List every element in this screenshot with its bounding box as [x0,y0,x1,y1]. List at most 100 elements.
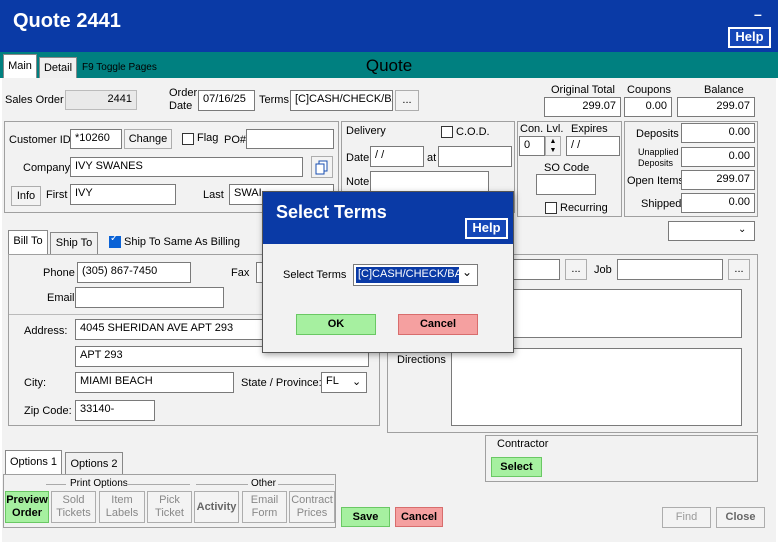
salesperson-lookup-button[interactable]: ... [565,259,587,280]
expires-field[interactable]: / / [566,136,620,156]
save-button[interactable]: Save [341,507,390,527]
recurring-checkbox[interactable] [545,202,557,214]
fax-label: Fax [231,267,250,279]
address-line1-field[interactable]: 4045 SHERIDAN AVE APT 293 [75,319,265,340]
pick-line2: Ticket [155,507,184,519]
company-field[interactable]: IVY SWANES [70,157,303,177]
con-lvl-spinner[interactable]: ▲ ▼ [545,136,561,156]
flag-checkbox[interactable] [182,133,194,145]
item-line1: Item [111,494,133,506]
tab-options-2[interactable]: Options 2 [65,452,123,474]
so-code-label: SO Code [544,162,590,174]
same-as-billing-label: Ship To Same As Billing [124,236,240,248]
state-chevron-down-icon: ⌄ [352,376,362,388]
job-notes-field[interactable] [509,289,742,338]
note-field[interactable] [370,171,489,192]
sales-order-field: 2441 [65,90,137,110]
deposits-label: Deposits [636,128,679,140]
zip-label: Zip Code: [24,405,72,417]
print-divider-right [126,484,190,485]
order-date-label-1: Order [169,87,198,99]
sold-line1: Sold [62,494,85,506]
activity-button[interactable]: Activity [194,491,239,523]
job-label: Job [594,264,612,276]
contract-line2: Prices [296,507,328,519]
other-divider-right [278,484,334,485]
terms-field[interactable]: [C]CASH/CHECK/BA [290,90,393,111]
po-label: PO# [224,134,247,146]
customer-id-field[interactable]: *10260 [70,129,122,149]
shipped-label: Shipped [641,198,682,210]
job-field[interactable] [617,259,723,280]
con-lvl-field[interactable]: 0 [519,136,545,156]
salesperson-field[interactable] [507,259,560,280]
note-label: Note [346,176,370,188]
company-label: Company [23,162,71,174]
original-total-field: 299.07 [544,97,621,117]
email-field[interactable] [75,287,224,308]
chevron-down-icon: ⌄ [738,224,747,235]
flag-label: Flag [197,132,219,144]
help-button[interactable]: Help [727,26,772,49]
coupons-label: Coupons [627,84,672,96]
email-form-button[interactable]: Email Form [242,491,287,523]
terms-lookup-button[interactable]: ... [395,90,419,111]
sold-line2: Tickets [56,507,91,519]
phone-field[interactable]: (305) 867-7450 [77,262,191,283]
preview-order-button[interactable]: Preview Order [5,491,49,523]
tab-bill-to[interactable]: Bill To [8,230,48,254]
at-label: at [427,152,437,164]
pick-ticket-button[interactable]: Pick Ticket [147,491,192,523]
order-date-label-2: Date [169,100,193,112]
other-divider-left [196,484,248,485]
delivery-date-label: Date [346,152,370,164]
shipped-field: 0.00 [681,193,755,213]
tab-detail[interactable]: Detail [39,57,77,78]
phone-label: Phone [43,267,75,279]
dialog-ok-button[interactable]: OK [296,314,376,335]
change-button[interactable]: Change [124,129,172,149]
open-items-label: Open Items [627,175,684,187]
contract-prices-button[interactable]: Contract Prices [289,491,335,523]
minimize-button[interactable]: – [754,6,762,22]
email-line1: Email [250,494,279,506]
tab-main[interactable]: Main [3,54,37,78]
close-button[interactable]: Close [716,507,765,528]
find-button[interactable]: Find [662,507,711,528]
balance-field: 299.07 [677,97,755,117]
info-button[interactable]: Info [11,186,41,206]
dialog-cancel-button[interactable]: Cancel [398,314,478,335]
cod-label: C.O.D. [456,126,490,138]
copy-icon[interactable] [311,156,333,178]
tab-options-1[interactable]: Options 1 [5,450,62,474]
zip-field[interactable]: 33140- [75,400,155,421]
tab-ship-to[interactable]: Ship To [50,232,98,254]
sold-tickets-button[interactable]: Sold Tickets [51,491,96,523]
cancel-button[interactable]: Cancel [395,507,443,527]
terms-select-value: [C]CASH/CHECK/BAN [356,267,459,283]
directions-field[interactable] [451,348,742,426]
first-name-field[interactable]: IVY [70,184,176,205]
contractor-label: Contractor [497,438,549,450]
contract-line1: Contract [291,494,333,506]
directions-label: Directions [397,354,446,366]
delivery-date-field[interactable]: / / [370,146,424,167]
unapplied-label-2: Deposits [638,158,674,168]
so-code-field[interactable] [536,174,596,195]
po-field[interactable] [246,129,334,149]
cod-checkbox[interactable] [441,126,453,138]
delivery-time-field[interactable] [438,146,512,167]
deposits-field: 0.00 [681,123,755,143]
dialog-title: Select Terms [276,202,387,222]
expires-label: Expires [571,123,608,135]
other-label: Other [251,478,277,489]
order-date-field[interactable]: 07/16/25 [198,90,255,111]
window-title: Quote 2441 [13,10,121,32]
city-field[interactable]: MIAMI BEACH [75,372,234,393]
job-lookup-button[interactable]: ... [728,259,750,280]
contractor-select-button[interactable]: Select [491,457,542,477]
email-label: Email [47,292,75,304]
dialog-help-button[interactable]: Help [464,217,509,240]
balance-label: Balance [704,84,744,96]
item-labels-button[interactable]: Item Labels [99,491,145,523]
